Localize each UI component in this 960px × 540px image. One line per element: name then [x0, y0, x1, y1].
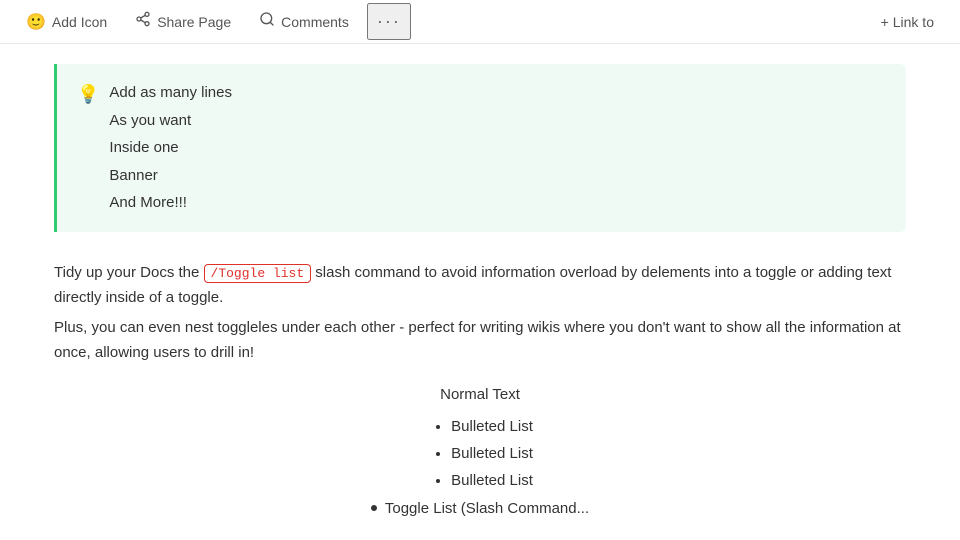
- search-icon: [259, 11, 275, 32]
- comments-button[interactable]: Comments: [249, 5, 359, 38]
- bulb-icon: 💡: [77, 80, 99, 109]
- smiley-icon: 🙂: [26, 12, 46, 32]
- paragraph-1: Tidy up your Docs the /Toggle list slash…: [54, 260, 906, 311]
- banner-line: 💡 Add as many lines As you want Inside o…: [77, 80, 886, 216]
- link-to-label: + Link to: [881, 14, 934, 30]
- bulleted-list: Bulleted List Bulleted List Bulleted Lis…: [427, 413, 533, 494]
- share-page-label: Share Page: [157, 14, 231, 30]
- share-page-button[interactable]: Share Page: [125, 5, 241, 38]
- list-item: Bulleted List: [451, 440, 533, 467]
- normal-text-label: Normal Text: [440, 386, 520, 403]
- banner-line-2: As you want: [109, 108, 232, 134]
- partial-item: Toggle List (Slash Command...: [371, 500, 589, 517]
- link-to-button[interactable]: + Link to: [871, 8, 944, 36]
- more-button[interactable]: ···: [367, 3, 411, 40]
- share-icon: [135, 11, 151, 32]
- list-item: Bulleted List: [451, 467, 533, 494]
- list-item: Bulleted List: [451, 413, 533, 440]
- comments-label: Comments: [281, 14, 349, 30]
- partial-item-label: Toggle List (Slash Command...: [385, 500, 589, 517]
- more-label: ···: [377, 11, 401, 31]
- main-content: 💡 Add as many lines As you want Inside o…: [0, 44, 960, 537]
- add-icon-label: Add Icon: [52, 14, 107, 30]
- toolbar-left: 🙂 Add Icon Share Page Comments ···: [16, 3, 871, 40]
- toggle-list-code: /Toggle list: [204, 264, 312, 283]
- toolbar: 🙂 Add Icon Share Page Comments ···: [0, 0, 960, 44]
- banner-block: 💡 Add as many lines As you want Inside o…: [54, 64, 906, 232]
- center-section: Normal Text Bulleted List Bulleted List …: [54, 386, 906, 517]
- banner-text-group: Add as many lines As you want Inside one…: [109, 80, 232, 216]
- banner-line-3: Inside one: [109, 135, 232, 161]
- banner-line-4: Banner: [109, 163, 232, 189]
- banner-line-5: And More!!!: [109, 190, 232, 216]
- add-icon-button[interactable]: 🙂 Add Icon: [16, 6, 117, 38]
- banner-line-1: Add as many lines: [109, 80, 232, 106]
- paragraph-1-start: Tidy up your Docs the: [54, 264, 204, 281]
- bullet-dot: [371, 505, 377, 511]
- toolbar-right: + Link to: [871, 8, 944, 36]
- paragraph-2: Plus, you can even nest toggleles under …: [54, 315, 906, 366]
